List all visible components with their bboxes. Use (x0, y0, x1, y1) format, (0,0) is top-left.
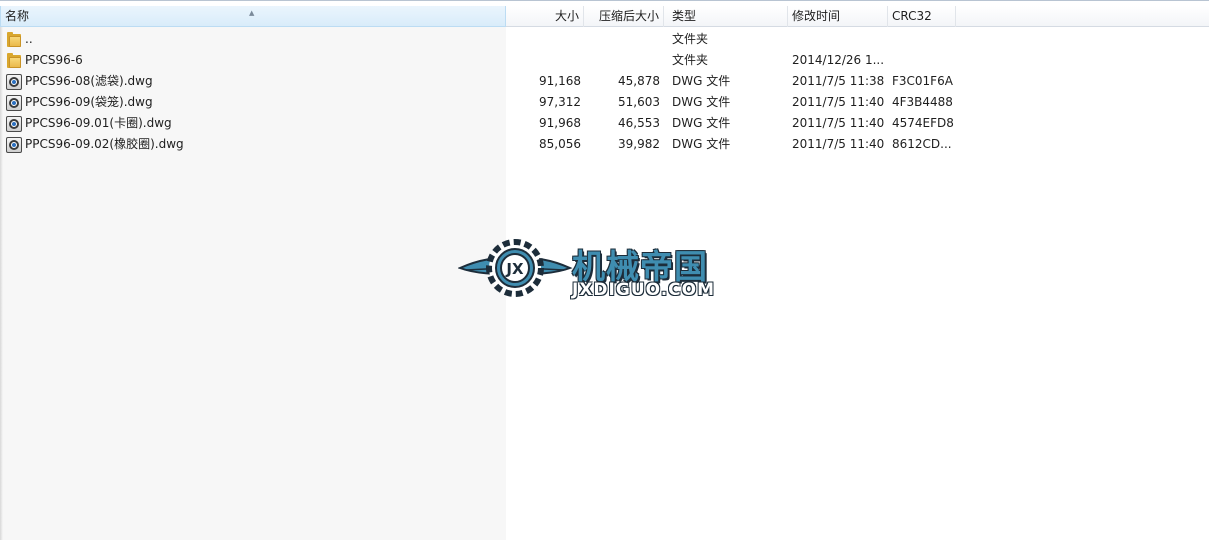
file-name-label: PPCS96-08(滤袋).dwg (25, 74, 153, 88)
file-name-label: PPCS96-09(袋笼).dwg (25, 95, 153, 109)
column-header-bar: 名称 ▲ 大小 压缩后大小 类型 修改时间 CRC32 (0, 6, 1209, 27)
file-row[interactable]: PPCS96-09(袋笼).dwg 97,312 51,603 DWG 文件 2011/… (0, 92, 1209, 113)
file-name-cell: PPCS96-08(滤袋).dwg (6, 71, 504, 92)
file-modified-cell: 2014/12/26 1... (792, 53, 885, 67)
column-header-size[interactable]: 大小 (506, 6, 584, 27)
folder-icon (6, 52, 22, 69)
file-modified-cell: 2011/7/5 11:38 (792, 74, 885, 88)
file-size-cell (506, 29, 581, 50)
file-name-cell: PPCS96-09(袋笼).dwg (6, 92, 504, 113)
file-crc32-cell: 8612CD... (892, 137, 952, 151)
dwg-file-icon (6, 136, 22, 153)
file-type-cell: DWG 文件 (672, 116, 731, 130)
file-size-cell: 91,968 (539, 116, 581, 130)
file-modified-cell: 2011/7/5 11:40 (792, 116, 885, 130)
file-type-cell: DWG 文件 (672, 137, 731, 151)
file-size-cell: 91,168 (539, 74, 581, 88)
file-name-label: .. (25, 32, 33, 46)
file-row[interactable]: .. 文件夹 (0, 29, 1209, 50)
file-type-cell: 文件夹 (672, 32, 709, 46)
file-type-cell: 文件夹 (672, 53, 709, 67)
file-name-cell: .. (6, 29, 504, 50)
column-header-packed-size[interactable]: 压缩后大小 (584, 6, 664, 27)
file-type-cell: DWG 文件 (672, 74, 731, 88)
file-crc32-cell: 4574EFD8 (892, 116, 954, 130)
file-name-cell: PPCS96-6 (6, 50, 504, 71)
file-size-cell: 85,056 (539, 137, 581, 151)
file-crc32-cell (892, 50, 956, 71)
watermark-subtitle: JXDIGUO.COM (572, 280, 716, 300)
file-name-label: PPCS96-09.01(卡圈).dwg (25, 116, 172, 130)
file-packed-size-cell: 45,878 (618, 74, 660, 88)
file-name-label: PPCS96-6 (25, 53, 83, 67)
file-row[interactable]: PPCS96-09.02(橡胶圈).dwg 85,056 39,982 DWG 文件 2… (0, 134, 1209, 155)
column-header-crc32[interactable]: CRC32 (888, 6, 956, 27)
file-row[interactable]: PPCS96-08(滤袋).dwg 91,168 45,878 DWG 文件 2011/… (0, 71, 1209, 92)
sort-ascending-icon: ▲ (249, 9, 255, 17)
file-packed-size-cell: 51,603 (618, 95, 660, 109)
file-size-cell (506, 50, 581, 71)
column-header-modified[interactable]: 修改时间 (788, 6, 888, 27)
column-header-name-label: 名称 (5, 9, 30, 23)
file-name-label: PPCS96-09.02(橡胶圈).dwg (25, 137, 184, 151)
file-name-cell: PPCS96-09.01(卡圈).dwg (6, 113, 504, 134)
file-crc32-cell (892, 29, 956, 50)
file-packed-size-cell: 46,553 (618, 116, 660, 130)
folder-icon (6, 31, 22, 48)
column-header-type[interactable]: 类型 (668, 6, 788, 27)
dwg-file-icon (6, 94, 22, 111)
file-crc32-cell: F3C01F6A (892, 74, 953, 88)
file-modified-cell (792, 29, 887, 50)
file-packed-size-cell: 39,982 (618, 137, 660, 151)
column-header-name[interactable]: 名称 ▲ (0, 6, 506, 27)
file-crc32-cell: 4F3B4488 (892, 95, 953, 109)
file-modified-cell: 2011/7/5 11:40 (792, 137, 885, 151)
file-row[interactable]: PPCS96-6 文件夹 2014/12/26 1... (0, 50, 1209, 71)
file-list: .. 文件夹 PPCS96-6 文件夹 2014/12/26 1... PPCS96-08… (0, 29, 1209, 155)
file-packed-size-cell (584, 29, 660, 50)
file-packed-size-cell (584, 50, 660, 71)
dwg-file-icon (6, 115, 22, 132)
file-size-cell: 97,312 (539, 95, 581, 109)
dwg-file-icon (6, 73, 22, 90)
file-name-cell: PPCS96-09.02(橡胶圈).dwg (6, 134, 504, 155)
file-modified-cell: 2011/7/5 11:40 (792, 95, 885, 109)
watermark-emblem-letters: JX (505, 260, 524, 278)
file-type-cell: DWG 文件 (672, 95, 731, 109)
file-row[interactable]: PPCS96-09.01(卡圈).dwg 91,968 46,553 DWG 文件 20… (0, 113, 1209, 134)
